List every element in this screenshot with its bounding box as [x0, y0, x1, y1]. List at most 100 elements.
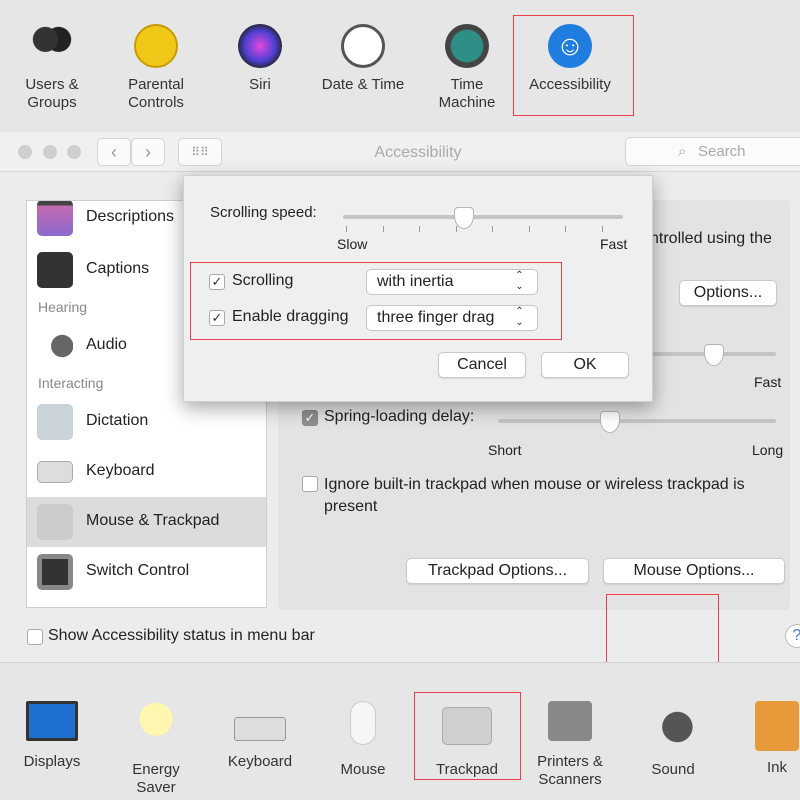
slider-tick	[565, 226, 566, 232]
mouse-options-button[interactable]: Mouse Options...	[603, 558, 785, 584]
pref-label: Users & Groups	[25, 76, 79, 111]
forward-button[interactable]: ›	[131, 138, 165, 166]
printer-icon	[548, 701, 592, 741]
zoom-button[interactable]	[67, 145, 81, 159]
lightbulb-icon	[134, 701, 178, 753]
descriptions-icon	[37, 201, 73, 236]
pref-keyboard[interactable]: Keyboard	[208, 701, 312, 771]
scrolling-speed-slider[interactable]	[343, 215, 623, 219]
slider-tick	[492, 226, 493, 232]
sidebar-item-keyboard[interactable]: Keyboard	[27, 447, 266, 497]
slider-thumb[interactable]	[454, 207, 474, 229]
options-button[interactable]: Options...	[679, 280, 777, 306]
minimize-button[interactable]	[43, 145, 57, 159]
slider-tick	[528, 226, 530, 232]
pref-displays[interactable]: Displays	[0, 701, 104, 771]
search-icon: ⌕	[678, 143, 687, 160]
ink-icon	[755, 701, 799, 751]
siri-icon	[238, 24, 282, 68]
sidebar-item-label: Dictation	[86, 412, 149, 429]
parental-controls-icon	[134, 24, 178, 68]
pref-energy-saver[interactable]: Energy Saver	[104, 701, 208, 797]
highlight-box	[513, 15, 634, 116]
pref-label: Time Machine	[438, 76, 496, 111]
keyboard-icon	[234, 717, 286, 741]
pref-label: Parental Controls	[128, 76, 184, 111]
pref-label: Ink	[766, 759, 787, 776]
mouse-trackpad-icon	[37, 504, 73, 540]
keyboard-icon	[37, 461, 73, 483]
back-button[interactable]: ‹	[97, 138, 131, 166]
clock-calendar-icon	[341, 24, 385, 68]
show-all-grid-icon[interactable]: ⠿⠿	[178, 138, 222, 166]
pref-label: Energy Saver	[132, 761, 180, 796]
show-status-checkbox[interactable]	[27, 629, 43, 645]
highlight-box	[414, 692, 521, 780]
ignore-trackpad-label: Ignore built-in trackpad when mouse or w…	[324, 476, 745, 515]
search-input[interactable]: ⌕ Search	[625, 137, 800, 166]
title-bar: ‹ › ⠿⠿ Accessibility ⌕ Search	[0, 132, 800, 172]
sidebar-item-label: Keyboard	[86, 462, 155, 479]
slider-tick	[346, 226, 347, 232]
sidebar-item-label: Switch Control	[86, 562, 190, 579]
pref-siri[interactable]: Siri	[208, 24, 312, 94]
pref-label: Date & Time	[321, 76, 405, 93]
pref-label: Printers & Scanners	[537, 753, 603, 788]
slow-label: Slow	[337, 236, 368, 252]
time-machine-icon	[445, 24, 489, 68]
pref-label: Sound	[651, 761, 695, 778]
sidebar-header-interacting: Interacting	[38, 375, 104, 391]
close-button[interactable]	[18, 145, 32, 159]
pref-parental-controls[interactable]: Parental Controls	[104, 24, 208, 112]
pref-label: Siri	[249, 76, 271, 93]
window-title: Accessibility	[374, 144, 462, 161]
pref-sound[interactable]: Sound	[621, 701, 725, 779]
spring-loading-slider[interactable]	[498, 419, 776, 423]
help-button[interactable]: ?	[785, 624, 800, 648]
scrolling-speed-label: Scrolling speed:	[210, 204, 317, 221]
long-label: Long	[752, 442, 784, 458]
top-preferences-row: Users & Groups Parental Controls Siri Da…	[0, 0, 800, 132]
short-label: Short	[488, 442, 522, 458]
slider-tick	[601, 226, 603, 232]
mouse-icon	[350, 701, 376, 745]
users-icon	[30, 24, 74, 68]
sidebar-item-dictation[interactable]: Dictation	[27, 397, 266, 447]
trackpad-options-sheet: Scrolling speed: Slow Fast ✓ Scrolling w…	[183, 175, 653, 402]
pref-users-groups[interactable]: Users & Groups	[0, 24, 104, 112]
spring-loading-label: Spring-loading delay:	[324, 408, 475, 425]
search-placeholder: Search	[698, 143, 746, 160]
trackpad-options-button[interactable]: Trackpad Options...	[406, 558, 589, 584]
sidebar-item-label: Audio	[86, 336, 127, 353]
pref-mouse[interactable]: Mouse	[311, 701, 415, 779]
sidebar-item-mouse-trackpad[interactable]: Mouse & Trackpad	[27, 497, 266, 547]
ok-button[interactable]: OK	[541, 352, 629, 378]
microphone-icon	[37, 404, 73, 440]
pref-printers-scanners[interactable]: Printers & Scanners	[518, 701, 622, 789]
pref-date-time[interactable]: Date & Time	[311, 24, 415, 94]
speaker-icon	[651, 701, 695, 753]
show-status-label: Show Accessibility status in menu bar	[48, 627, 315, 644]
sidebar-header-hearing: Hearing	[38, 299, 88, 315]
slider-tick	[382, 226, 384, 232]
speaker-icon	[37, 328, 73, 364]
display-icon	[26, 701, 78, 741]
pref-label: Keyboard	[227, 753, 293, 770]
switch-control-icon	[37, 554, 73, 590]
captions-icon	[37, 252, 73, 288]
sidebar-item-label: Mouse & Trackpad	[86, 512, 220, 529]
cancel-button[interactable]: Cancel	[438, 352, 526, 378]
ignore-trackpad-checkbox[interactable]	[302, 476, 318, 492]
slider-tick	[419, 226, 420, 232]
highlight-box	[190, 262, 562, 340]
spring-loading-checkbox[interactable]: ✓	[302, 410, 318, 426]
description-text: ntrolled using the	[650, 230, 772, 247]
pref-ink[interactable]: Ink	[725, 701, 800, 777]
slider-thumb[interactable]	[704, 344, 724, 366]
pref-label: Displays	[23, 753, 81, 770]
pref-time-machine[interactable]: Time Machine	[415, 24, 519, 112]
slider-thumb[interactable]	[600, 411, 620, 433]
bottom-preferences-row: Displays Energy Saver Keyboard Mouse Tra…	[0, 662, 800, 800]
fast-label: Fast	[754, 374, 782, 390]
sidebar-item-switch-control[interactable]: Switch Control	[27, 547, 266, 597]
